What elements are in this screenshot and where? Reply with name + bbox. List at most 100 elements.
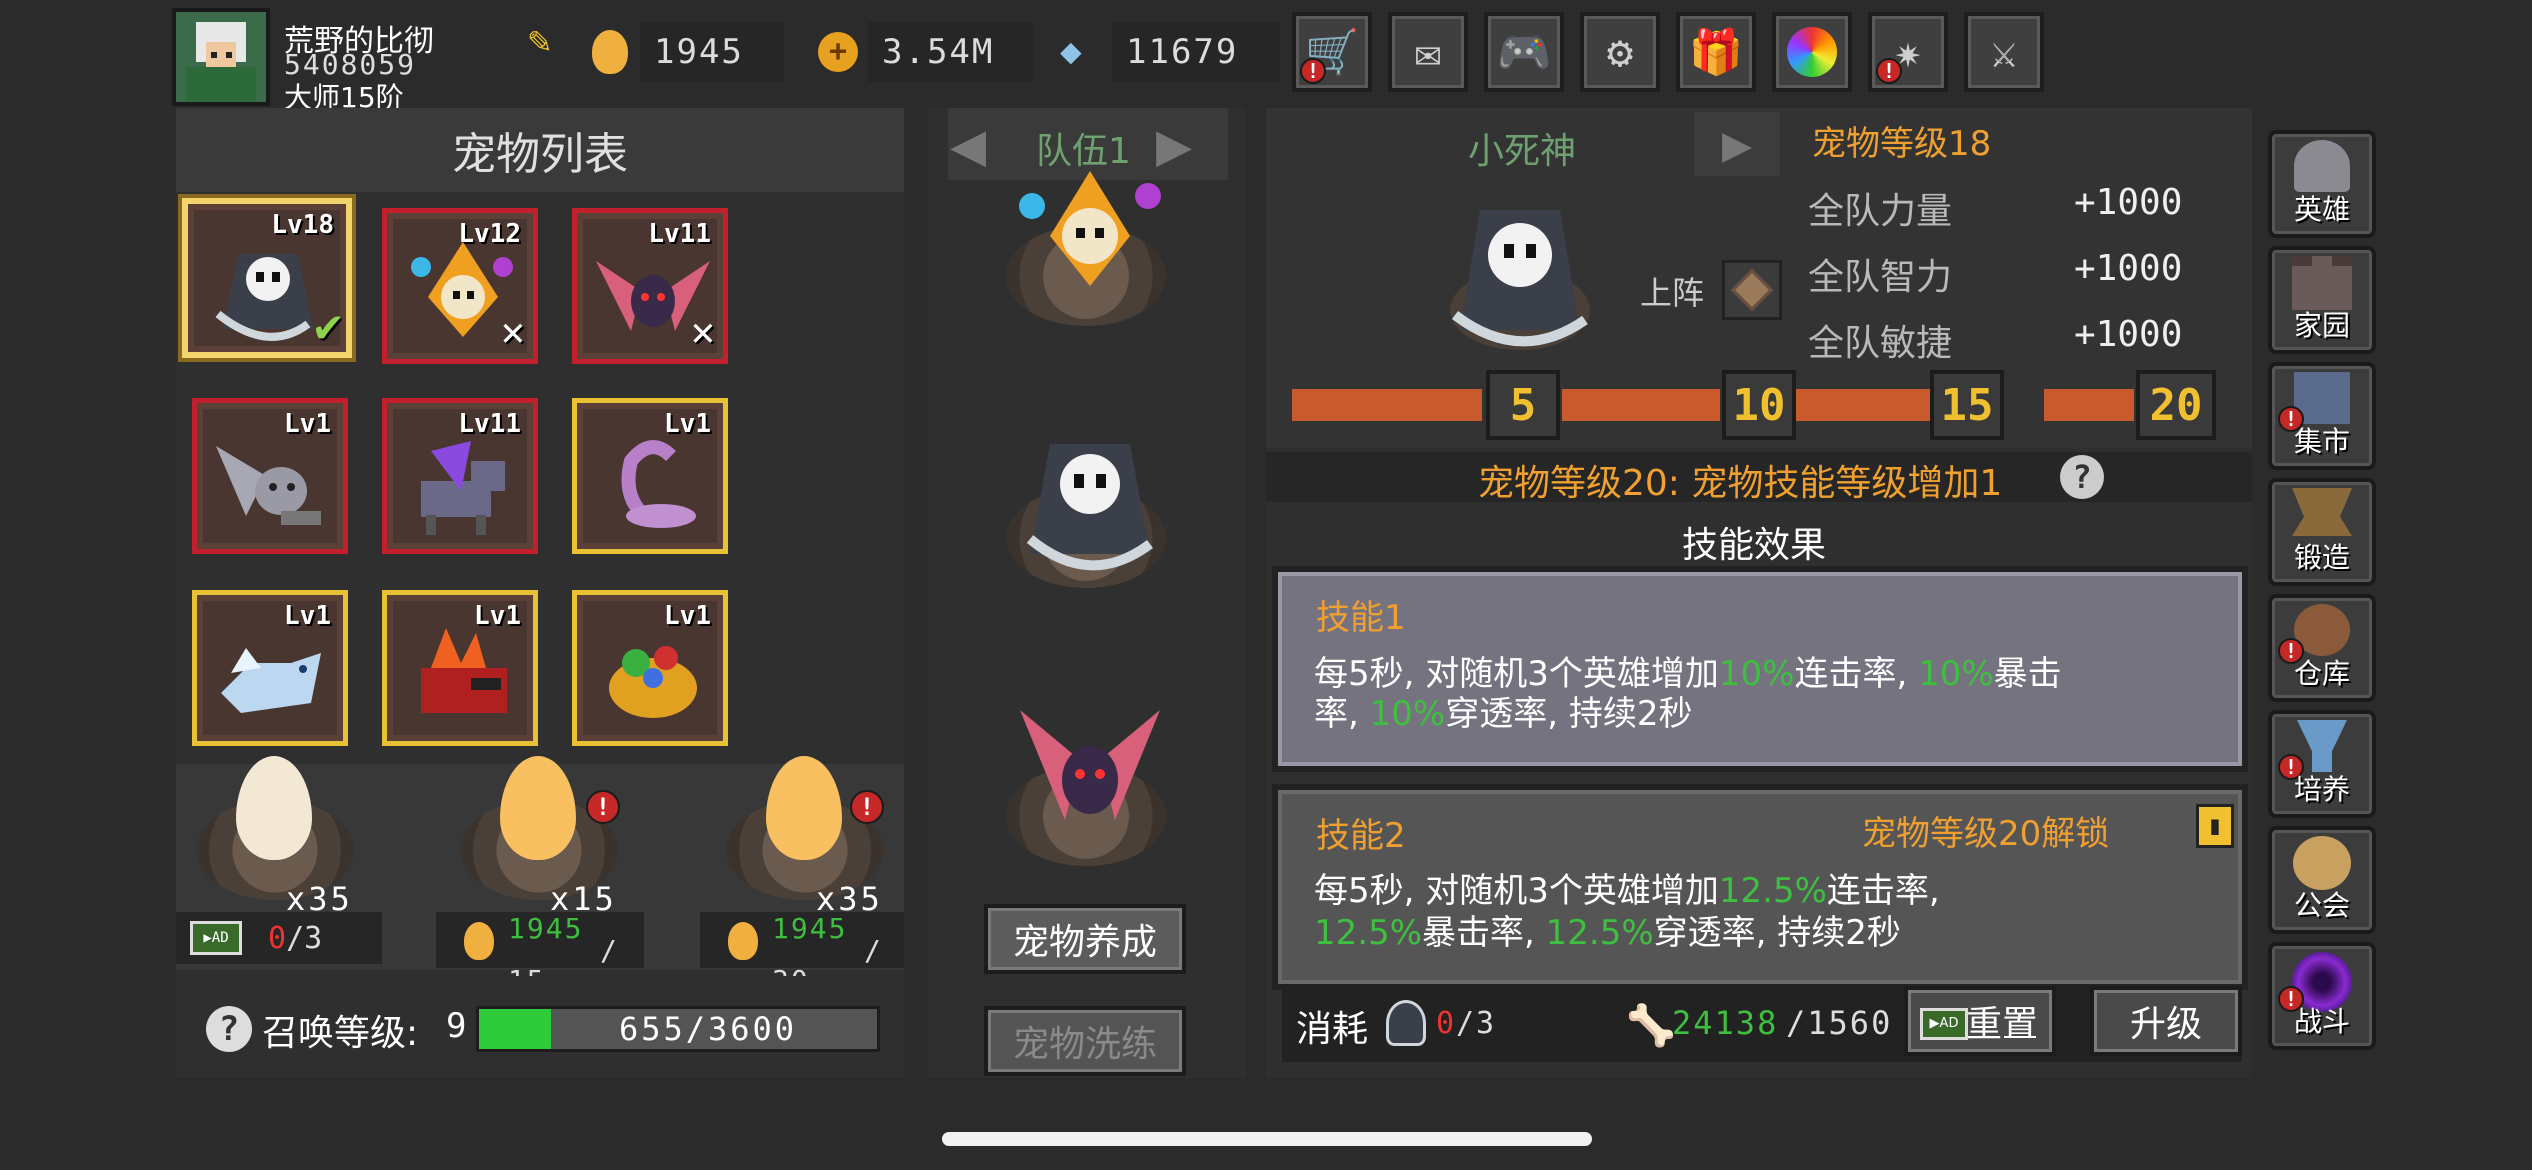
summon-label: 召唤等级: [262, 1013, 419, 1054]
side-menu-battle[interactable]: ! 战斗 [2268, 942, 2376, 1050]
currency-diamond[interactable]: ◆ 11679 [1060, 22, 1280, 82]
shop-cart-icon[interactable]: 🛒! [1292, 12, 1372, 92]
pet-list-header: 宠物列表 [176, 108, 904, 192]
side-menu-label: 英雄 [2293, 193, 2350, 226]
summon-progress-text: 655/3600 [618, 1010, 798, 1048]
deploy-label: 上阵 [1640, 274, 1705, 312]
side-menu-forge[interactable]: 锻造 [2268, 478, 2376, 586]
ice-wolf-pet-icon [221, 648, 321, 713]
lock-icon: ▮ [2196, 804, 2234, 848]
side-menu-warehouse[interactable]: ! 仓库 [2268, 594, 2376, 702]
consume-den: /3 [1456, 1006, 1497, 1041]
skill-text: 穿透率, 持续2秒 [1653, 913, 1901, 953]
milestone-bar-segment [1292, 389, 1482, 421]
player-avatar[interactable] [172, 8, 270, 106]
pet-name: 小死神 [1468, 131, 1577, 172]
stat-value: +1000 [2074, 182, 2183, 223]
pet-card-reaper[interactable]: Lv18 ✔ [182, 198, 352, 358]
pet-card-flame-skull[interactable]: Lv12 ✕ [382, 208, 538, 364]
help-icon[interactable]: ? [206, 1006, 252, 1052]
skill-text: 连击率, [1794, 654, 1919, 694]
skills-title: 技能效果 [1682, 525, 1827, 566]
egg-cost-coin-2[interactable]: 1945 /30 [700, 912, 904, 996]
home-indicator[interactable] [942, 1132, 1592, 1146]
egg-cost-ad[interactable]: ▶AD 0 /3 [176, 912, 382, 964]
side-menu-label: 锻造 [2293, 541, 2350, 574]
deployed-check-icon: ✔ [314, 298, 342, 352]
side-menu-market[interactable]: ! 集市 [2268, 362, 2376, 470]
skill-2-desc: 每5秒, 对随机3个英雄增加12.5%连击率, 12.5%暴击率, 12.5%穿… [1314, 870, 2214, 954]
skill-text: 率, [1314, 694, 1370, 734]
summon-progress-bar: 655/3600 [476, 1006, 880, 1052]
pet-refine-button[interactable]: 宠物洗练 [984, 1006, 1186, 1076]
bat-wing-pet-icon [1020, 710, 1160, 820]
reaper-pet-icon [1450, 210, 1590, 350]
undeployed-cross-icon: ✕ [690, 309, 715, 355]
gear-icon[interactable]: ⚙ [1580, 12, 1660, 92]
side-menu-label: 战斗 [2293, 1005, 2350, 1038]
egg-cost-den: /3 [286, 920, 323, 956]
currency-gold[interactable]: + 3.54M [818, 22, 1034, 82]
deploy-toggle[interactable] [1722, 260, 1782, 320]
bone-den: /1560 [1786, 1004, 1893, 1042]
toolbar: 🛒! ✉ 🎮 ⚙ 🎁 ✷! ⚔ [1292, 12, 2044, 92]
gamepad-icon[interactable]: 🎮 [1484, 12, 1564, 92]
diamond-plus-icon[interactable]: ◆ [1060, 34, 1102, 70]
reset-button[interactable]: ▶AD 重置 [1904, 986, 2056, 1056]
color-wheel-icon[interactable] [1772, 12, 1852, 92]
pet-card-gray-bat[interactable]: Lv1 [192, 398, 348, 554]
side-menu-label: 家园 [2293, 309, 2350, 342]
egg-cost-num: 0 [268, 920, 287, 956]
side-menu-home[interactable]: 家园 [2268, 246, 2376, 354]
currency-egg: 1945 [592, 22, 784, 82]
milestone-bar-segment [2044, 389, 2134, 421]
mail-icon[interactable]: ✉ [1388, 12, 1468, 92]
avatar-icon [186, 22, 256, 102]
fireworks-icon[interactable]: ✷! [1868, 12, 1948, 92]
stat-row-intellect: 全队智力 +1000 [1808, 248, 2208, 298]
rename-icon[interactable]: ✎ [528, 18, 551, 62]
fire-beast-pet-icon [421, 628, 507, 713]
anvil-icon [2292, 488, 2352, 536]
pet-card-bat-wing[interactable]: Lv11 ✕ [572, 208, 728, 364]
skill-1-name: 技能1 [1316, 598, 1406, 638]
skill-value: 12.5% [1314, 913, 1423, 953]
skill-value: 12.5% [1718, 871, 1827, 911]
purple-pony-pet-icon [421, 441, 505, 535]
egg-alert-icon: ! [586, 790, 620, 824]
gold-value: 3.54M [868, 22, 1034, 82]
egg-coin-icon [592, 30, 628, 74]
side-menu-label: 仓库 [2293, 657, 2350, 690]
swords-icon[interactable]: ⚔ [1964, 12, 2044, 92]
skill-value: 10% [1369, 694, 1446, 734]
egg-cost-coin[interactable]: 1945 /15 [436, 912, 644, 996]
pet-card-purple-pony[interactable]: Lv11 [382, 398, 538, 554]
upgrade-button[interactable]: 升级 [2090, 986, 2242, 1056]
milestone-node: 10 [1722, 370, 1796, 440]
help-icon[interactable]: ? [2060, 455, 2104, 499]
egg-alert-icon: ! [850, 790, 884, 824]
pet-card-ice-wolf[interactable]: Lv1 [192, 590, 348, 746]
pet-train-button[interactable]: 宠物养成 [984, 904, 1186, 974]
helmet-icon [2294, 140, 2350, 192]
pet-card-jewel-beetle[interactable]: Lv1 [572, 590, 728, 746]
pet-card-scorpion[interactable]: Lv1 [572, 398, 728, 554]
gift-icon[interactable]: 🎁 [1676, 12, 1756, 92]
gold-coin-plus-icon[interactable]: + [818, 32, 858, 72]
skill-text: 每5秒, 对随机3个英雄增加 [1314, 871, 1719, 911]
egg-coin-icon [464, 922, 494, 960]
next-pet-icon[interactable]: ▶ [1694, 112, 1780, 176]
scorpion-pet-icon [621, 440, 696, 528]
side-menu-label: 公会 [2293, 889, 2350, 922]
side-menu-cultivate[interactable]: ! 培养 [2268, 710, 2376, 818]
consume-num: 0 [1436, 1006, 1455, 1041]
side-menu-guild[interactable]: 公会 [2268, 826, 2376, 934]
milestone-bar-segment [1562, 389, 1720, 421]
pet-card-fire-beast[interactable]: Lv1 [382, 590, 538, 746]
side-menu-hero[interactable]: 英雄 [2268, 130, 2376, 238]
skill-text: 暴击 [1993, 654, 2062, 694]
trophy-icon [2297, 720, 2347, 772]
consume-label: 消耗 [1296, 1009, 1369, 1050]
prev-team-icon[interactable]: ◀ [950, 110, 986, 180]
stat-value: +1000 [2074, 248, 2183, 289]
